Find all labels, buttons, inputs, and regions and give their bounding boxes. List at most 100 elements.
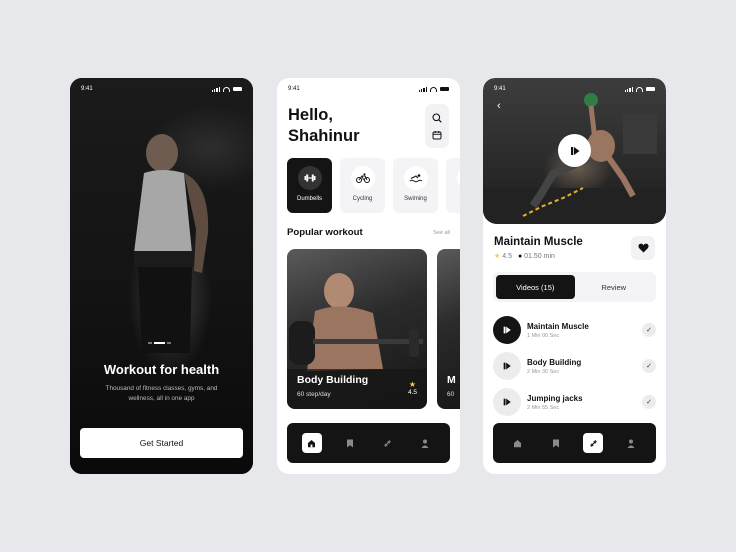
check-icon: ✓ <box>642 395 656 409</box>
video-play-button[interactable] <box>493 316 521 344</box>
back-button[interactable]: ‹ <box>497 100 501 112</box>
video-item[interactable]: Jumping jacks 2 Min 55 Sec ✓ <box>493 384 656 420</box>
user-icon <box>627 439 635 448</box>
workout-card[interactable]: Body Building 60 step/day ★ 4.5 <box>287 249 427 409</box>
signal-icon <box>211 86 220 92</box>
duration-value: 01.50 min <box>524 252 555 260</box>
bookmark-icon <box>552 439 559 447</box>
workout-detail-screen: ‹ 9:41 Maintain Muscle ★ 4.5 ● 01.50 min… <box>483 78 666 474</box>
video-duration: 1 Min 00 Sec <box>527 332 560 339</box>
card-subtitle: 60 <box>447 391 455 398</box>
video-play-button[interactable] <box>493 352 521 380</box>
user-name: Shahinur <box>288 127 360 145</box>
category-running[interactable]: R <box>446 158 460 213</box>
bottom-nav <box>493 423 656 463</box>
battery-icon <box>440 86 449 92</box>
play-icon <box>503 398 511 406</box>
user-icon <box>421 439 429 448</box>
clock-icon: ● <box>517 252 523 260</box>
status-bar: 9:41 <box>288 84 449 94</box>
swimming-icon <box>409 174 422 183</box>
nav-workout[interactable] <box>583 433 604 453</box>
bottom-nav <box>287 423 450 463</box>
video-list: Maintain Muscle 1 Min 00 Sec ✓ Body Build… <box>493 312 656 420</box>
wifi-icon <box>636 86 643 92</box>
greeting-hello: Hello, <box>288 106 333 124</box>
video-duration: 2 Min 55 Sec <box>527 404 560 411</box>
status-time: 9:41 <box>81 86 93 92</box>
wifi-icon <box>430 86 437 92</box>
video-play-button[interactable] <box>493 388 521 416</box>
category-label: Dumbells <box>296 196 322 202</box>
status-bar: 9:41 <box>81 84 242 94</box>
page-indicator <box>148 342 171 344</box>
category-swiming[interactable]: Swiming <box>393 158 438 213</box>
nav-profile[interactable] <box>621 433 641 453</box>
category-label: Cycling <box>352 196 373 202</box>
signal-icon <box>418 86 427 92</box>
nav-profile[interactable] <box>415 433 435 453</box>
check-icon: ✓ <box>642 359 656 373</box>
card-subtitle: 60 step/day <box>297 391 331 398</box>
workout-title: Maintain Muscle <box>494 236 583 248</box>
video-item[interactable]: Maintain Muscle 1 Min 00 Sec ✓ <box>493 312 656 348</box>
video-item[interactable]: Body Building 2 Min 30 Sec ✓ <box>493 348 656 384</box>
workout-video-thumbnail: ‹ <box>483 78 666 224</box>
video-duration: 2 Min 30 Sec <box>527 368 560 375</box>
nav-workout[interactable] <box>377 433 397 453</box>
card-title: Body Building <box>297 374 369 386</box>
see-all-link[interactable]: See all <box>433 230 450 236</box>
section-title: Popular workout <box>287 227 363 238</box>
get-started-button[interactable]: Get Started <box>80 428 243 458</box>
category-dumbells[interactable]: Dumbells <box>287 158 332 213</box>
video-title: Jumping jacks <box>527 393 583 403</box>
status-time: 9:41 <box>288 86 300 92</box>
workout-card[interactable]: M 60 <box>437 249 460 409</box>
category-list: Dumbells Cycling Swiming R <box>287 158 460 213</box>
wifi-icon <box>223 86 230 92</box>
star-icon: ★ <box>408 380 417 389</box>
nav-bookmark[interactable] <box>340 433 360 453</box>
card-rating: ★ 4.5 <box>408 380 417 396</box>
tab-review[interactable]: Review <box>575 275 654 299</box>
bicycle-icon <box>355 173 370 183</box>
battery-icon <box>233 86 242 92</box>
battery-icon <box>646 86 655 92</box>
play-icon <box>503 326 511 334</box>
play-button[interactable] <box>558 134 591 167</box>
favorite-button[interactable] <box>631 236 655 260</box>
nav-home[interactable] <box>301 433 322 453</box>
status-time: 9:41 <box>494 86 506 92</box>
star-icon: ★ <box>494 253 501 260</box>
dumbbell-icon <box>304 174 315 182</box>
status-bar: 9:41 <box>494 84 655 94</box>
search-icon[interactable] <box>432 112 442 123</box>
onboarding-subtitle: Thousand of fitness classes, gyms, and w… <box>105 385 218 402</box>
video-title: Maintain Muscle <box>527 321 589 331</box>
dumbbell-icon <box>589 439 597 447</box>
dumbbell-icon <box>383 439 391 447</box>
calendar-icon[interactable] <box>432 130 442 140</box>
home-icon <box>308 439 316 447</box>
rating-value: 4.5 <box>502 253 512 260</box>
category-label: Swiming <box>404 196 427 202</box>
home-icon <box>514 439 522 447</box>
heart-icon <box>637 243 649 253</box>
onboarding-title: Workout for health <box>103 362 220 377</box>
rating-value: 4.5 <box>407 389 417 396</box>
onboarding-screen: 9:41 Workout for health Thousand of fitn… <box>70 78 253 474</box>
greeting: Hello, Shahinur <box>288 105 360 147</box>
header-actions <box>425 104 449 148</box>
tab-videos[interactable]: Videos (15) <box>496 275 575 299</box>
bookmark-icon <box>346 439 353 447</box>
signal-icon <box>624 86 633 92</box>
play-icon <box>503 362 511 370</box>
nav-bookmark[interactable] <box>546 433 566 453</box>
card-title: M <box>447 374 456 386</box>
category-cycling[interactable]: Cycling <box>340 158 385 213</box>
video-title: Body Building <box>527 357 582 367</box>
athlete-photo <box>134 134 209 353</box>
home-screen: 9:41 Hello, Shahinur Dumbells Cycling Sw… <box>277 78 460 474</box>
nav-home[interactable] <box>508 433 528 453</box>
workout-meta: ★ 4.5 ● 01.50 min <box>494 252 555 261</box>
